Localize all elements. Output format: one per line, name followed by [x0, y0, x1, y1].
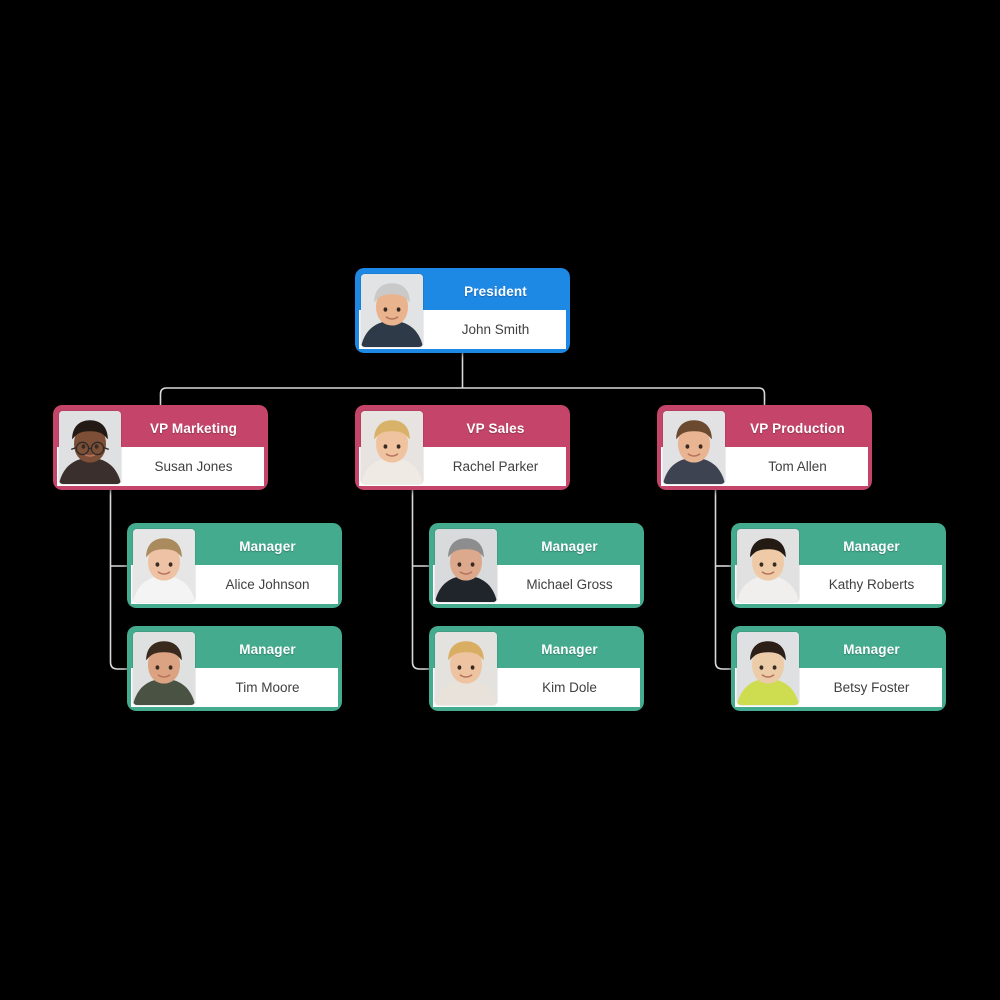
node-avatar [435, 529, 497, 602]
node-avatar [133, 632, 195, 705]
edge-president-bus [159, 387, 766, 405]
org-node-mgr-kim[interactable]: Manager Kim Dole [429, 626, 644, 711]
node-avatar [663, 411, 725, 484]
node-avatar [133, 529, 195, 602]
org-node-mgr-kathy[interactable]: Manager Kathy Roberts [731, 523, 946, 608]
org-node-vp-sales[interactable]: VP Sales Rachel Parker [355, 405, 570, 490]
org-node-mgr-tim[interactable]: Manager Tim Moore [127, 626, 342, 711]
node-avatar [435, 632, 497, 705]
node-avatar [737, 632, 799, 705]
edge-vp-sales-drop [411, 490, 429, 670]
org-node-mgr-michael[interactable]: Manager Michael Gross [429, 523, 644, 608]
edge-vp-marketing-drop [109, 490, 127, 670]
org-chart-canvas: President John Smith VP Marketing Susan Jon… [0, 0, 1000, 1000]
org-node-mgr-alice[interactable]: Manager Alice Johnson [127, 523, 342, 608]
connector-layer [109, 353, 766, 670]
org-node-vp-marketing[interactable]: VP Marketing Susan Jones [53, 405, 268, 490]
org-node-mgr-betsy[interactable]: Manager Betsy Foster [731, 626, 946, 711]
node-avatar [361, 274, 423, 347]
org-node-president[interactable]: President John Smith [355, 268, 570, 353]
edge-vp-production-drop [714, 490, 731, 670]
node-avatar [737, 529, 799, 602]
node-avatar [361, 411, 423, 484]
node-avatar [59, 411, 121, 484]
org-node-vp-production[interactable]: VP Production Tom Allen [657, 405, 872, 490]
